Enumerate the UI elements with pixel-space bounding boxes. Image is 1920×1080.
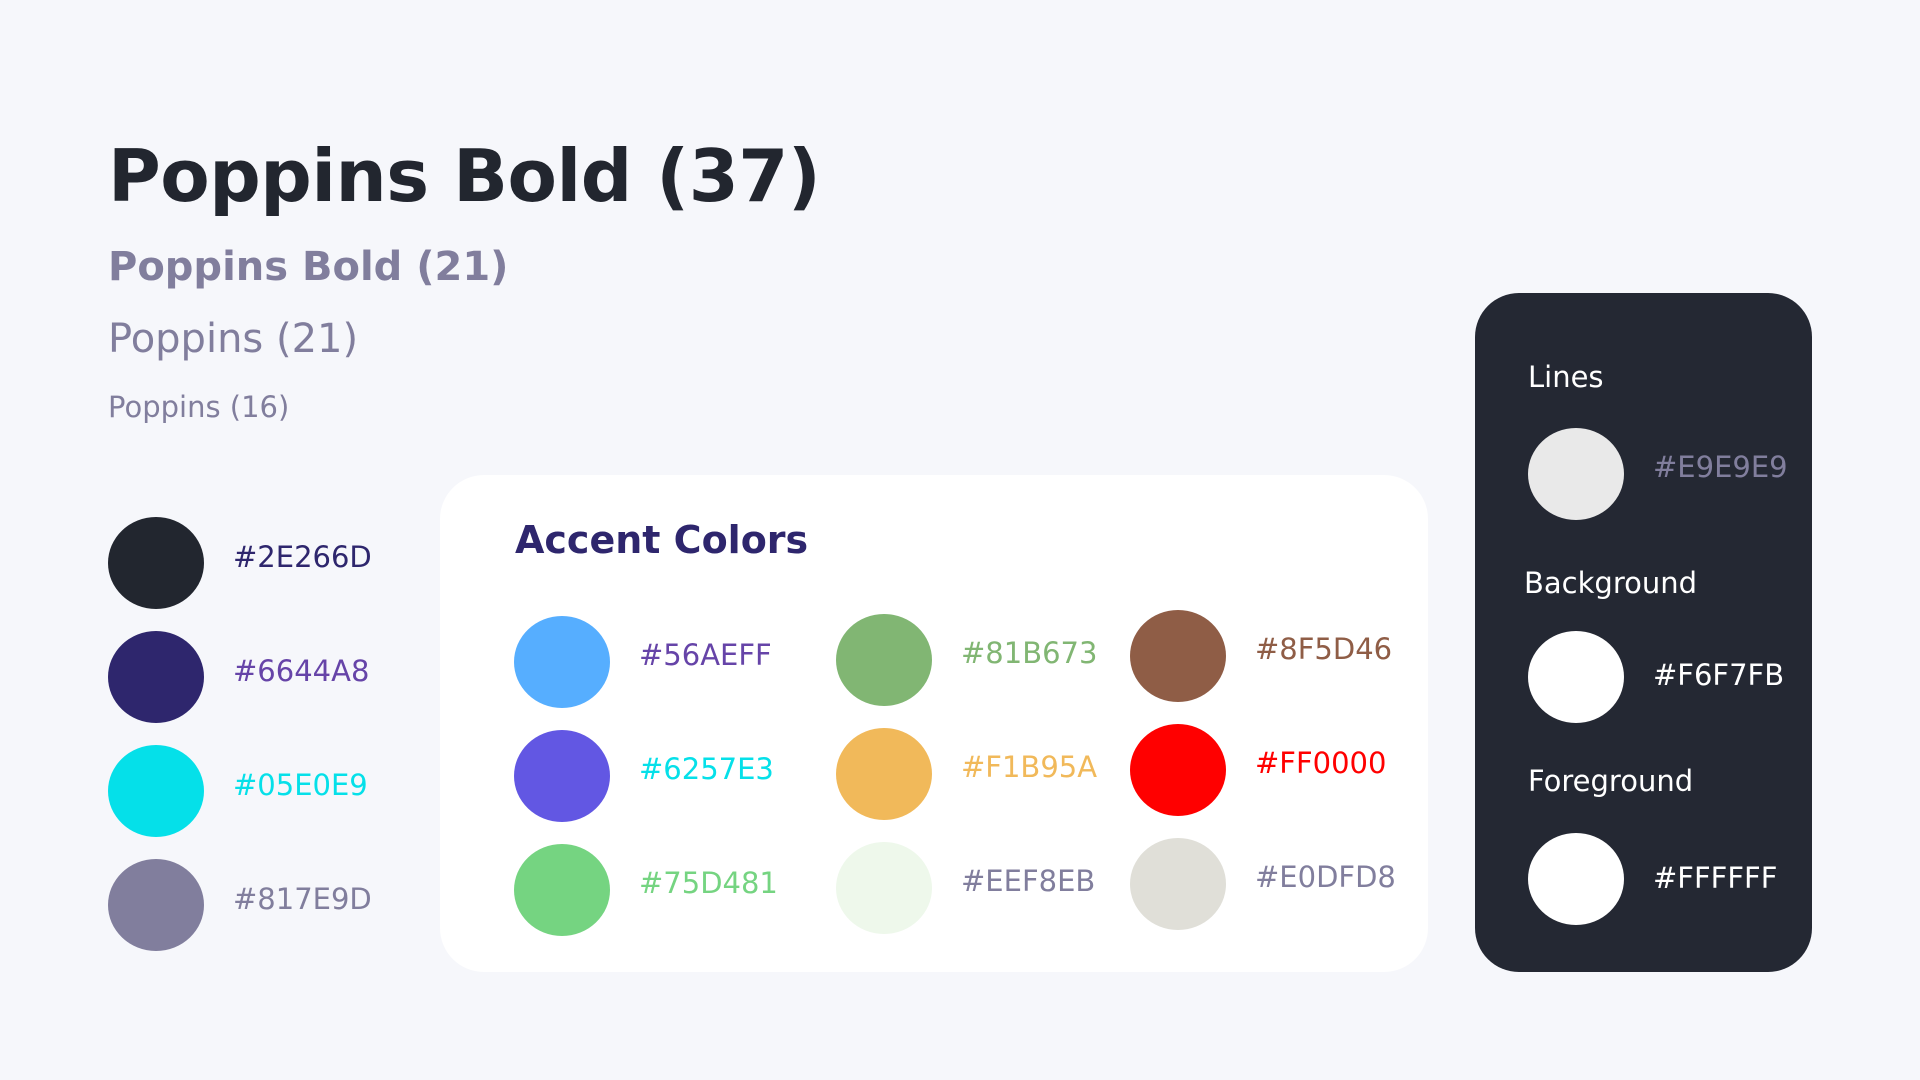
primary-hex-2: #6644A8 (233, 654, 370, 688)
accent-swatch-9 (1130, 838, 1226, 930)
primary-swatch-4 (108, 859, 204, 951)
accent-swatch-8 (1130, 724, 1226, 816)
accent-swatch-5 (836, 728, 932, 820)
primary-hex-4: #817E9D (233, 882, 372, 916)
accent-hex-6: #EEF8EB (961, 864, 1096, 898)
background-label: Background (1524, 566, 1698, 600)
typography-body-md: Poppins (21) (108, 316, 359, 362)
typography-heading-xl: Poppins Bold (37) (108, 134, 821, 218)
primary-swatch-1 (108, 517, 204, 609)
accent-colors-title: Accent Colors (515, 518, 809, 562)
lines-hex: #E9E9E9 (1653, 450, 1788, 484)
accent-hex-7: #8F5D46 (1255, 632, 1393, 666)
foreground-swatch (1528, 833, 1624, 925)
background-hex: #F6F7FB (1653, 658, 1785, 692)
accent-swatch-3 (514, 844, 610, 936)
primary-swatch-3 (108, 745, 204, 837)
primary-hex-1: #2E266D (233, 540, 372, 574)
accent-swatch-4 (836, 614, 932, 706)
foreground-label: Foreground (1528, 764, 1694, 798)
accent-hex-1: #56AEFF (639, 638, 772, 672)
accent-swatch-7 (1130, 610, 1226, 702)
typography-body-sm: Poppins (16) (108, 390, 290, 424)
background-swatch (1528, 631, 1624, 723)
typography-heading-md: Poppins Bold (21) (108, 244, 509, 290)
accent-swatch-2 (514, 730, 610, 822)
primary-swatch-2 (108, 631, 204, 723)
accent-hex-8: #FF0000 (1255, 746, 1387, 780)
lines-swatch (1528, 428, 1624, 520)
accent-hex-9: #E0DFD8 (1255, 860, 1396, 894)
accent-swatch-1 (514, 616, 610, 708)
accent-swatch-6 (836, 842, 932, 934)
lines-label: Lines (1528, 360, 1604, 394)
accent-hex-2: #6257E3 (639, 752, 774, 786)
primary-hex-3: #05E0E9 (233, 768, 368, 802)
accent-hex-5: #F1B95A (961, 750, 1098, 784)
accent-hex-3: #75D481 (639, 866, 778, 900)
foreground-hex: #FFFFFF (1653, 861, 1778, 895)
accent-hex-4: #81B673 (961, 636, 1098, 670)
